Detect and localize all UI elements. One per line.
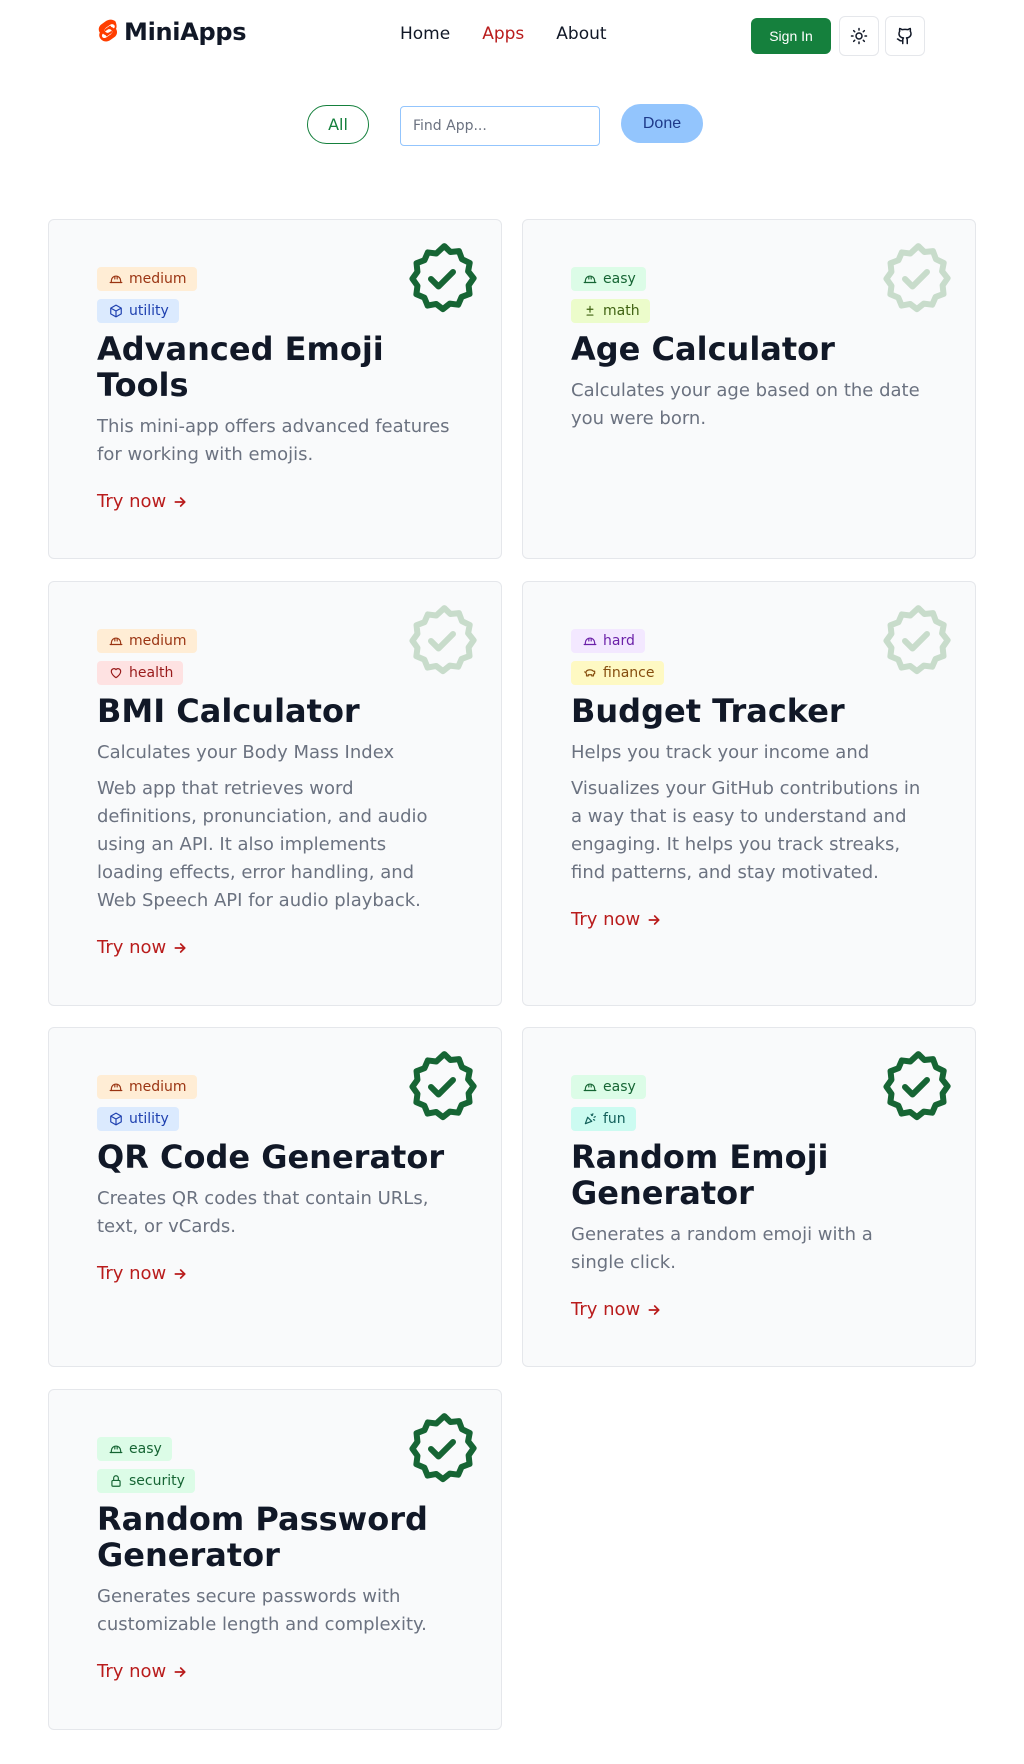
search-input[interactable]: [400, 106, 600, 146]
card-description: Calculates your Body Mass Index: [97, 742, 395, 763]
main-nav: Home Apps About: [400, 24, 607, 44]
difficulty-badge: medium: [97, 267, 197, 291]
sun-icon: [850, 27, 868, 45]
arrow-right-icon: [174, 496, 186, 507]
nav-home[interactable]: Home: [400, 24, 450, 44]
arrow-right-icon: [174, 1268, 186, 1279]
card-title: Age Calculator: [571, 330, 835, 368]
github-button[interactable]: [885, 16, 925, 56]
box-icon: [110, 304, 122, 318]
arrow-right-icon: [174, 1666, 186, 1677]
app-card: easy math Age Calculator Calculates your…: [522, 219, 976, 559]
category-label: utility: [129, 303, 169, 319]
category-badge: utility: [97, 1107, 179, 1131]
difficulty-label: medium: [129, 1079, 187, 1095]
category-badge: utility: [97, 299, 179, 323]
app-card: medium utility QR Code Generator Creates…: [48, 1027, 502, 1367]
logo[interactable]: MiniApps: [96, 18, 247, 46]
card-description: Helps you track your income and: [571, 742, 870, 763]
difficulty-badge: easy: [97, 1437, 172, 1461]
hard-hat-icon: [109, 1445, 123, 1454]
category-label: health: [129, 665, 174, 681]
github-icon: [896, 27, 912, 45]
difficulty-badge: hard: [571, 629, 645, 653]
try-now-label: Try now: [97, 937, 167, 958]
try-now-label: Try now: [571, 909, 641, 930]
try-now-link[interactable]: Try now: [97, 1661, 188, 1682]
card-title: BMI Calculator: [97, 692, 360, 730]
try-now-link[interactable]: Try now: [97, 1263, 188, 1284]
category-badge: math: [571, 299, 650, 323]
category-badge: finance: [571, 661, 665, 685]
card-title: Random Emoji Generator: [571, 1138, 829, 1212]
try-now-label: Try now: [97, 491, 167, 512]
try-now-link[interactable]: Try now: [571, 1299, 662, 1320]
hard-hat-icon: [109, 275, 123, 284]
app-card: medium utility Advanced Emoji Tools This…: [48, 219, 502, 559]
difficulty-badge: medium: [97, 629, 197, 653]
card-title: Budget Tracker: [571, 692, 845, 730]
difficulty-label: medium: [129, 633, 187, 649]
difficulty-label: easy: [129, 1441, 162, 1457]
app-card: hard finance Budget Tracker Helps you tr…: [522, 581, 976, 1006]
category-label: utility: [129, 1111, 169, 1127]
category-label: security: [129, 1473, 185, 1489]
app-card: easy fun Random Emoji Generator Generate…: [522, 1027, 976, 1367]
header: MiniApps Home Apps About Sign In: [0, 0, 1024, 72]
category-label: math: [603, 303, 640, 319]
try-now-link[interactable]: Try now: [97, 491, 188, 512]
try-now-label: Try now: [571, 1299, 641, 1320]
card-description: This mini-app offers advanced features f…: [97, 416, 450, 465]
difficulty-label: hard: [603, 633, 635, 649]
card-description: Generates secure passwords with customiz…: [97, 1586, 427, 1635]
difficulty-label: easy: [603, 1079, 636, 1095]
plus-minus-icon: [586, 305, 594, 316]
difficulty-badge: easy: [571, 1075, 646, 1099]
hard-hat-icon: [109, 637, 123, 646]
try-now-link[interactable]: Try now: [571, 909, 662, 930]
theme-toggle-button[interactable]: [839, 16, 879, 56]
category-label: fun: [603, 1111, 626, 1127]
piggy-bank-icon: [584, 669, 596, 677]
try-now-label: Try now: [97, 1263, 167, 1284]
try-now-label: Try now: [97, 1661, 167, 1682]
card-title: Random Password Generator: [97, 1500, 428, 1574]
card-description: Creates QR codes that contain URLs, text…: [97, 1188, 429, 1237]
difficulty-label: easy: [603, 271, 636, 287]
hard-hat-icon: [109, 1083, 123, 1092]
filter-all-button[interactable]: All: [307, 105, 369, 144]
difficulty-badge: medium: [97, 1075, 197, 1099]
arrow-right-icon: [648, 914, 660, 925]
card-title: Advanced Emoji Tools: [97, 330, 384, 404]
card-description: Calculates your age based on the date yo…: [571, 380, 920, 429]
difficulty-label: medium: [129, 271, 187, 287]
app-card: easy security Random Password Generator …: [48, 1389, 502, 1730]
svelte-logo-icon: [98, 19, 118, 42]
hard-hat-icon: [583, 275, 597, 284]
category-badge: health: [97, 661, 184, 685]
hard-hat-icon: [583, 637, 597, 646]
category-badge: fun: [571, 1107, 636, 1131]
difficulty-badge: easy: [571, 267, 646, 291]
nav-apps[interactable]: Apps: [482, 24, 524, 44]
lock-icon: [111, 1475, 121, 1487]
arrow-right-icon: [174, 942, 186, 953]
arrow-right-icon: [648, 1304, 660, 1315]
try-now-link[interactable]: Try now: [97, 937, 188, 958]
card-long-description: Visualizes your GitHub contributions in …: [571, 778, 921, 883]
logo-text: MiniApps: [124, 18, 247, 46]
box-icon: [110, 1112, 122, 1126]
card-long-description: Web app that retrieves word definitions,…: [97, 778, 428, 911]
category-label: finance: [603, 665, 655, 681]
party-popper-icon: [584, 1113, 596, 1125]
heart-icon: [110, 668, 122, 679]
sign-in-button[interactable]: Sign In: [751, 18, 831, 54]
filter-done-button[interactable]: Done: [621, 104, 703, 143]
category-badge: security: [97, 1469, 195, 1493]
nav-about[interactable]: About: [556, 24, 606, 44]
card-description: Generates a random emoji with a single c…: [571, 1224, 873, 1273]
hard-hat-icon: [583, 1083, 597, 1092]
card-title: QR Code Generator: [97, 1138, 445, 1176]
app-card: medium health BMI Calculator Calculates …: [48, 581, 502, 1006]
